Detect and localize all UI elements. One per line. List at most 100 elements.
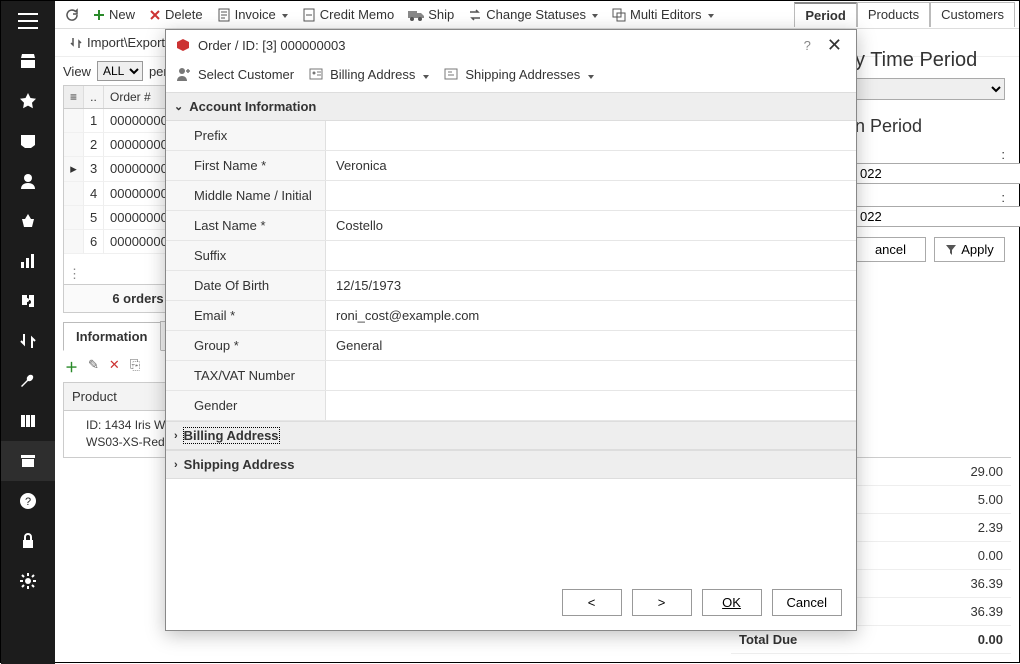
sidebar-transfer-icon[interactable] bbox=[1, 321, 55, 361]
billing-address-action[interactable]: Billing Address bbox=[308, 66, 429, 82]
modal-title-text: Order / ID: [3] 000000003 bbox=[198, 38, 345, 53]
sidebar-help-icon[interactable]: ? bbox=[1, 481, 55, 521]
sidebar-chart-icon[interactable] bbox=[1, 241, 55, 281]
rp-subtitle: n Period bbox=[855, 116, 1005, 137]
modal-close-icon[interactable]: ✕ bbox=[823, 36, 846, 54]
sidebar-menu-icon[interactable] bbox=[1, 1, 55, 41]
import-export-label: Import\Export bbox=[87, 35, 165, 50]
field-label: Middle Name / Initial bbox=[166, 181, 326, 210]
modal-prev-button[interactable]: < bbox=[562, 589, 622, 616]
grid-expand-col: .. bbox=[84, 86, 104, 108]
totals-value: 5.00 bbox=[978, 492, 1003, 507]
invoice-button[interactable]: Invoice bbox=[211, 5, 294, 24]
modal-help-icon[interactable]: ? bbox=[800, 38, 815, 53]
modal-next-button[interactable]: > bbox=[632, 589, 692, 616]
field-label: TAX/VAT Number bbox=[166, 361, 326, 390]
ship-label: Ship bbox=[428, 7, 454, 22]
left-sidebar: ? bbox=[1, 1, 55, 664]
field-value[interactable]: 12/15/1973 bbox=[326, 271, 856, 300]
field-label: Suffix bbox=[166, 241, 326, 270]
field-value[interactable] bbox=[326, 121, 856, 150]
totals-label: Total Due bbox=[739, 632, 797, 647]
field-value[interactable] bbox=[326, 361, 856, 390]
modal-ok-button[interactable]: OK bbox=[702, 589, 762, 616]
ship-button[interactable]: Ship bbox=[402, 5, 460, 24]
sidebar-inbox-icon[interactable] bbox=[1, 121, 55, 161]
sidebar-archive-icon[interactable] bbox=[1, 441, 55, 481]
rp-apply-button[interactable]: Apply bbox=[934, 237, 1005, 262]
tab-period[interactable]: Period bbox=[794, 2, 856, 27]
more-product-icon[interactable]: ⎘ bbox=[130, 357, 140, 376]
select-customer-action[interactable]: Select Customer bbox=[176, 66, 294, 82]
view-select[interactable]: ALL bbox=[97, 61, 143, 81]
rp-from-input[interactable] bbox=[855, 163, 1020, 184]
field-value[interactable]: Costello bbox=[326, 211, 856, 240]
new-label: New bbox=[109, 7, 135, 22]
sidebar-star-icon[interactable] bbox=[1, 81, 55, 121]
field-label: Date Of Birth bbox=[166, 271, 326, 300]
invoice-label: Invoice bbox=[235, 7, 276, 22]
new-button[interactable]: New bbox=[87, 5, 141, 24]
import-export-button[interactable]: Import\Export bbox=[63, 33, 171, 52]
sidebar-puzzle-icon[interactable] bbox=[1, 281, 55, 321]
multi-editors-button[interactable]: Multi Editors bbox=[606, 5, 720, 24]
rp-cancel-button[interactable]: ancel bbox=[855, 237, 926, 262]
field-value[interactable]: General bbox=[326, 331, 856, 360]
order-modal: Order / ID: [3] 000000003 ? ✕ Select Cus… bbox=[165, 29, 857, 631]
delete-button[interactable]: Delete bbox=[143, 5, 209, 24]
rp-period-select[interactable] bbox=[855, 78, 1005, 100]
totals-value: 0.00 bbox=[978, 548, 1003, 563]
delete-product-icon[interactable]: ✕ bbox=[109, 357, 120, 376]
rp-to-label: : bbox=[855, 190, 1005, 205]
grid-menu-icon[interactable]: ≡ bbox=[64, 86, 84, 108]
sidebar-columns-icon[interactable] bbox=[1, 401, 55, 441]
credit-memo-button[interactable]: Credit Memo bbox=[296, 5, 400, 24]
order-icon bbox=[176, 38, 190, 52]
field-label: Last Name * bbox=[166, 211, 326, 240]
field-value[interactable] bbox=[326, 391, 856, 420]
change-statuses-label: Change Statuses bbox=[486, 7, 586, 22]
field-value[interactable] bbox=[326, 181, 856, 210]
sidebar-wrench-icon[interactable] bbox=[1, 361, 55, 401]
top-toolbar: New Delete Invoice Credit Memo Ship Chan… bbox=[55, 1, 1019, 29]
field-value[interactable]: Veronica bbox=[326, 151, 856, 180]
right-tabs: Period Products Customers bbox=[794, 2, 1015, 27]
chevron-down-icon: ⌄ bbox=[174, 100, 183, 113]
view-label: View bbox=[63, 64, 91, 79]
edit-product-icon[interactable]: ✎ bbox=[88, 357, 99, 376]
totals-value: 36.39 bbox=[970, 604, 1003, 619]
field-value[interactable] bbox=[326, 241, 856, 270]
sidebar-gear-icon[interactable] bbox=[1, 561, 55, 601]
section-shipping-address[interactable]: ›Shipping Address bbox=[166, 450, 856, 479]
section-account-information[interactable]: ⌄Account Information bbox=[166, 92, 856, 121]
totals-value: 2.39 bbox=[978, 520, 1003, 535]
totals-value: 0.00 bbox=[978, 632, 1003, 647]
shipping-addresses-action[interactable]: Shipping Addresses bbox=[443, 66, 594, 82]
field-label: Prefix bbox=[166, 121, 326, 150]
sidebar-store-icon[interactable] bbox=[1, 41, 55, 81]
rp-to-input[interactable] bbox=[855, 206, 1020, 227]
section-billing-address[interactable]: ›Billing Address bbox=[166, 421, 856, 450]
chevron-right-icon: › bbox=[174, 430, 178, 442]
chevron-right-icon: › bbox=[174, 459, 178, 471]
change-statuses-button[interactable]: Change Statuses bbox=[462, 5, 604, 24]
field-value[interactable]: roni_cost@example.com bbox=[326, 301, 856, 330]
modal-actions: Select Customer Billing Address Shipping… bbox=[166, 60, 856, 92]
add-product-icon[interactable]: ＋ bbox=[65, 357, 78, 376]
account-fields: Prefix First Name *Veronica Middle Name … bbox=[166, 121, 856, 421]
refresh-button[interactable] bbox=[59, 6, 85, 24]
sidebar-lock-icon[interactable] bbox=[1, 521, 55, 561]
field-label: First Name * bbox=[166, 151, 326, 180]
credit-memo-label: Credit Memo bbox=[320, 7, 394, 22]
sidebar-user-icon[interactable] bbox=[1, 161, 55, 201]
modal-cancel-button[interactable]: Cancel bbox=[772, 589, 842, 616]
totals-value: 36.39 bbox=[970, 576, 1003, 591]
sidebar-basket-icon[interactable] bbox=[1, 201, 55, 241]
field-label: Group * bbox=[166, 331, 326, 360]
tab-customers[interactable]: Customers bbox=[930, 2, 1015, 27]
tab-products[interactable]: Products bbox=[857, 2, 930, 27]
field-label: Email * bbox=[166, 301, 326, 330]
tab-information[interactable]: Information bbox=[63, 322, 161, 351]
modal-titlebar: Order / ID: [3] 000000003 ? ✕ bbox=[166, 30, 856, 60]
modal-footer: < > OK Cancel bbox=[166, 575, 856, 630]
